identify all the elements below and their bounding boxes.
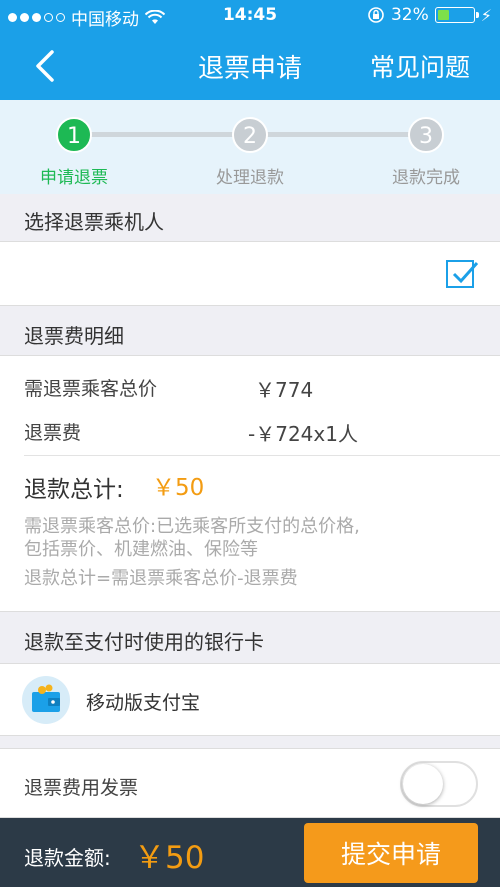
total-price-value: ￥774	[255, 378, 314, 402]
invoice-row: 退票费用发票	[0, 748, 500, 818]
progress-steps: 1 申请退票 2 处理退款 3 退款完成	[0, 100, 500, 194]
fee-note-line1: 需退票乘客总价:已选乘客所支付的总价格,	[24, 516, 360, 537]
submit-button[interactable]: 提交申请	[304, 823, 478, 883]
passenger-checkbox[interactable]	[446, 260, 479, 288]
wallet-icon	[22, 676, 70, 724]
refund-total-value: ￥50	[152, 475, 205, 501]
passenger-section-title: 选择退票乘机人	[0, 194, 500, 242]
footer-bar: 退款金额: ￥50 提交申请	[0, 818, 500, 887]
refund-fee-value: -￥724x1人	[248, 422, 358, 446]
battery-percent: 32%	[390, 5, 429, 25]
refund-amount-value: ￥50	[134, 840, 205, 876]
refund-total-label: 退款总计:	[24, 477, 124, 503]
toggle-knob	[403, 764, 443, 804]
payment-method-name: 移动版支付宝	[86, 692, 201, 714]
status-bar: 中国移动 14:45 32% ⚡	[0, 0, 500, 32]
battery-icon	[434, 7, 479, 23]
step-label: 退款完成	[392, 168, 460, 188]
charging-icon: ⚡	[480, 5, 492, 25]
total-price-label: 需退票乘客总价	[24, 378, 158, 400]
step-number: 3	[408, 117, 444, 153]
rotation-lock-icon	[368, 7, 384, 23]
fee-note-line2: 包括票价、机建燃油、保险等	[24, 539, 258, 560]
battery-info: 32% ⚡	[367, 5, 492, 25]
step-number: 2	[232, 117, 268, 153]
payment-method-row[interactable]: 移动版支付宝	[0, 664, 500, 736]
passenger-row[interactable]	[0, 242, 500, 306]
fee-details-panel: 需退票乘客总价 ￥774 退票费 -￥724x1人 退款总计: ￥50 需退票乘…	[0, 356, 500, 612]
step-process: 2 处理退款	[190, 117, 310, 188]
step-number: 1	[56, 117, 92, 153]
bank-section-title: 退款至支付时使用的银行卡	[0, 612, 500, 664]
step-apply: 1 申请退票	[14, 117, 134, 188]
refund-amount-label: 退款金额:	[24, 846, 111, 870]
nav-bar: 退票申请 常见问题	[0, 32, 500, 100]
step-label: 申请退票	[40, 168, 108, 188]
fee-note-line3: 退款总计=需退票乘客总价-退票费	[24, 568, 298, 589]
divider	[24, 455, 500, 456]
refund-fee-label: 退票费	[24, 422, 82, 444]
step-complete: 3 退款完成	[366, 117, 486, 188]
invoice-label: 退票费用发票	[24, 777, 139, 799]
fee-section-title: 退票费明细	[0, 306, 500, 356]
step-label: 处理退款	[216, 168, 284, 188]
checkmark-icon	[452, 262, 479, 284]
invoice-toggle[interactable]	[400, 761, 478, 807]
faq-button[interactable]: 常见问题	[370, 48, 470, 84]
